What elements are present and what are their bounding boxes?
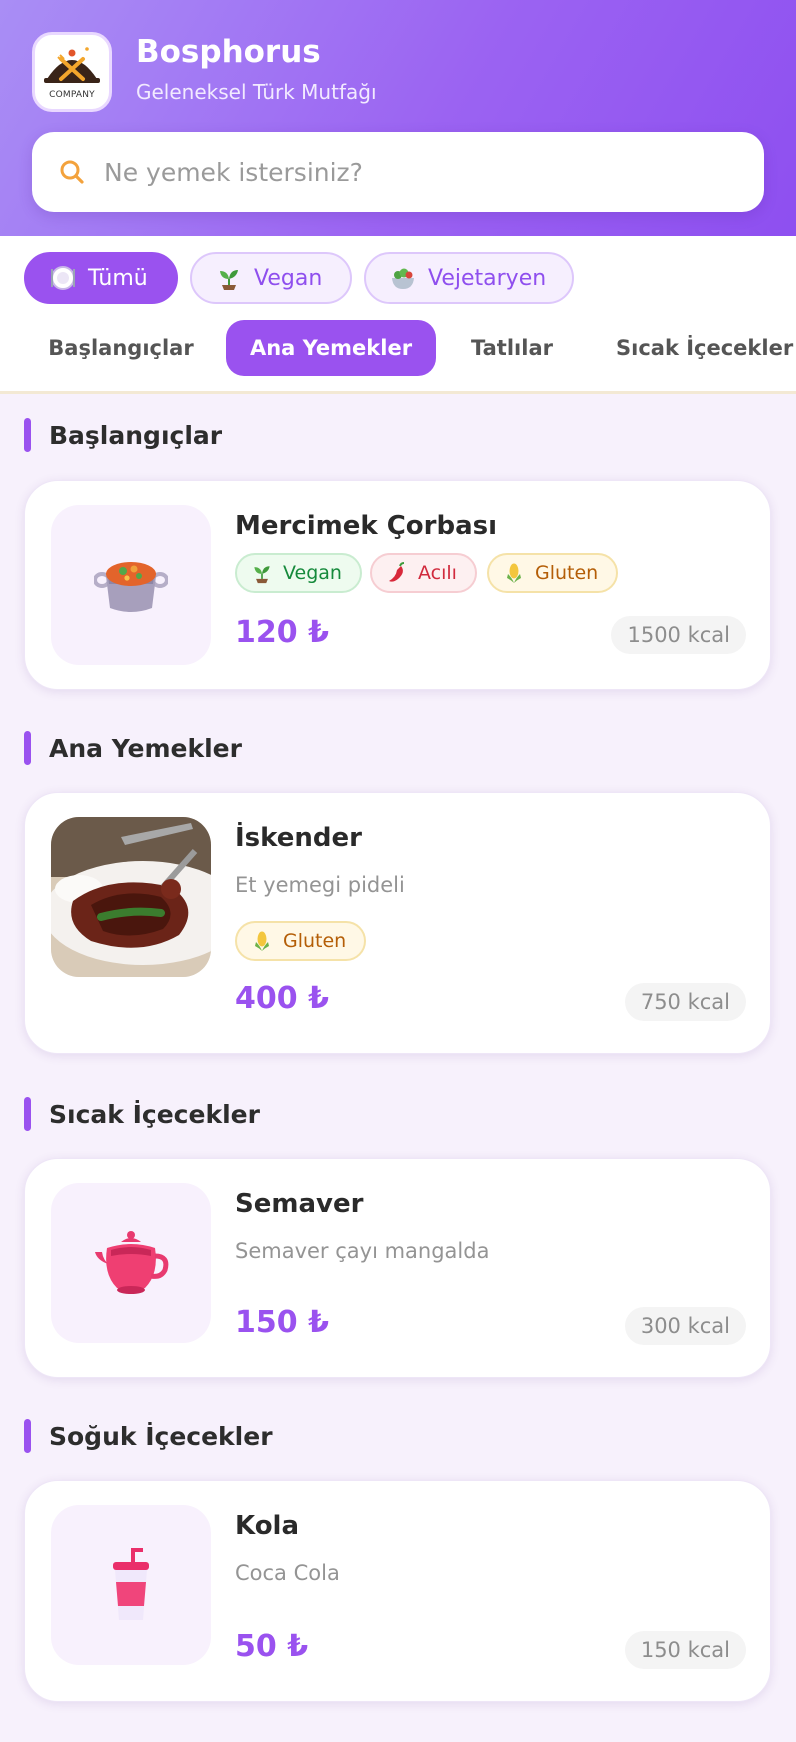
menu-item-description: Et yemegi pideli (235, 873, 405, 897)
menu-item-price: 50 ₺ (235, 1629, 309, 1664)
filter-bar: Tümü Vegan Vejetaryen Başlangıçlar Ana Y… (0, 236, 796, 394)
menu-item-image (51, 817, 211, 977)
tag-label: Vegan (283, 562, 342, 584)
calorie-badge: 1500 kcal (611, 616, 746, 654)
tab-baslangiclar[interactable]: Başlangıçlar (26, 320, 216, 376)
chili-icon (386, 562, 408, 584)
calorie-badge: 150 kcal (624, 1631, 746, 1669)
section-title-text: Sıcak İçecekler (49, 1099, 260, 1129)
tag-gluten: Gluten (487, 553, 619, 593)
menu-item-card[interactable]: Semaver Semaver çayı mangalda 150 ₺ 300 … (24, 1158, 771, 1378)
section-title-text: Başlangıçlar (49, 420, 223, 450)
corn-icon (251, 930, 273, 952)
menu-item-image (51, 1505, 211, 1665)
menu-item-name: Kola (235, 1511, 300, 1541)
tag-label: Acılı (418, 562, 457, 584)
salad-icon (390, 265, 416, 291)
menu-item-card[interactable]: İskender Et yemegi pideli Gluten 400 ₺ 7… (24, 792, 771, 1054)
restaurant-logo[interactable]: COMPANY (32, 32, 112, 112)
tab-ana-yemekler[interactable]: Ana Yemekler (226, 320, 436, 376)
section-accent-bar (24, 1419, 31, 1453)
diet-filter-label: Vejetaryen (428, 265, 547, 291)
tab-sicak-icecekler[interactable]: Sıcak İçecekler (596, 320, 796, 376)
menu-item-name: Semaver (235, 1189, 364, 1219)
restaurant-name: Bosphorus (136, 34, 321, 70)
section-title: Başlangıçlar (24, 418, 222, 452)
menu-item-description: Coca Cola (235, 1561, 340, 1585)
app-header: COMPANY Bosphorus Geleneksel Türk Mutfağ… (0, 0, 796, 236)
restaurant-tagline: Geleneksel Türk Mutfağı (136, 80, 377, 104)
menu-item-card[interactable]: Mercimek Çorbası Vegan Acılı Gluten 120 … (24, 480, 771, 690)
section-title-text: Ana Yemekler (49, 733, 242, 763)
section-title: Sıcak İçecekler (24, 1097, 260, 1131)
search-icon (60, 160, 84, 184)
diet-filter-label: Vegan (254, 265, 323, 291)
menu-item-card[interactable]: Kola Coca Cola 50 ₺ 150 kcal (24, 1480, 771, 1702)
tag-label: Gluten (535, 562, 599, 584)
corn-icon (503, 562, 525, 584)
cup-with-straw-icon (113, 1548, 149, 1620)
menu-item-name: Mercimek Çorbası (235, 511, 498, 541)
search-input[interactable] (104, 157, 724, 187)
tag-spicy: Acılı (370, 553, 477, 593)
menu-item-image (51, 1183, 211, 1343)
diet-filter-vegan[interactable]: Vegan (190, 252, 352, 304)
tag-label: Gluten (283, 930, 347, 952)
teapot-icon (95, 1231, 169, 1294)
menu-item-price: 120 ₺ (235, 615, 329, 650)
search-bar[interactable] (32, 132, 764, 212)
diet-filter-vegetarian[interactable]: Vejetaryen (364, 252, 574, 304)
menu-item-image (51, 505, 211, 665)
logo-caption: COMPANY (49, 89, 95, 100)
iskender-photo (51, 817, 211, 977)
diet-filter-all[interactable]: Tümü (24, 252, 178, 304)
tag-vegan: Vegan (235, 553, 362, 593)
section-title-text: Soğuk İçecekler (49, 1421, 273, 1451)
menu-item-description: Semaver çayı mangalda (235, 1239, 490, 1263)
menu-item-price: 150 ₺ (235, 1305, 329, 1340)
menu-item-price: 400 ₺ (235, 981, 329, 1016)
sprout-icon (251, 562, 273, 584)
menu-item-name: İskender (235, 823, 362, 853)
section-accent-bar (24, 1097, 31, 1131)
plate-icon (50, 265, 76, 291)
diet-filter-label: Tümü (88, 265, 148, 291)
calorie-badge: 300 kcal (624, 1307, 746, 1345)
section-accent-bar (24, 731, 31, 765)
tag-gluten: Gluten (235, 921, 367, 961)
sprout-icon (216, 265, 242, 291)
calorie-badge: 750 kcal (624, 983, 746, 1021)
section-title: Ana Yemekler (24, 731, 242, 765)
cloche-utensils-icon (44, 46, 100, 83)
tab-tatlilar[interactable]: Tatlılar (456, 320, 568, 376)
section-title: Soğuk İçecekler (24, 1419, 273, 1453)
soup-pot-icon (94, 562, 168, 612)
section-accent-bar (24, 418, 31, 452)
